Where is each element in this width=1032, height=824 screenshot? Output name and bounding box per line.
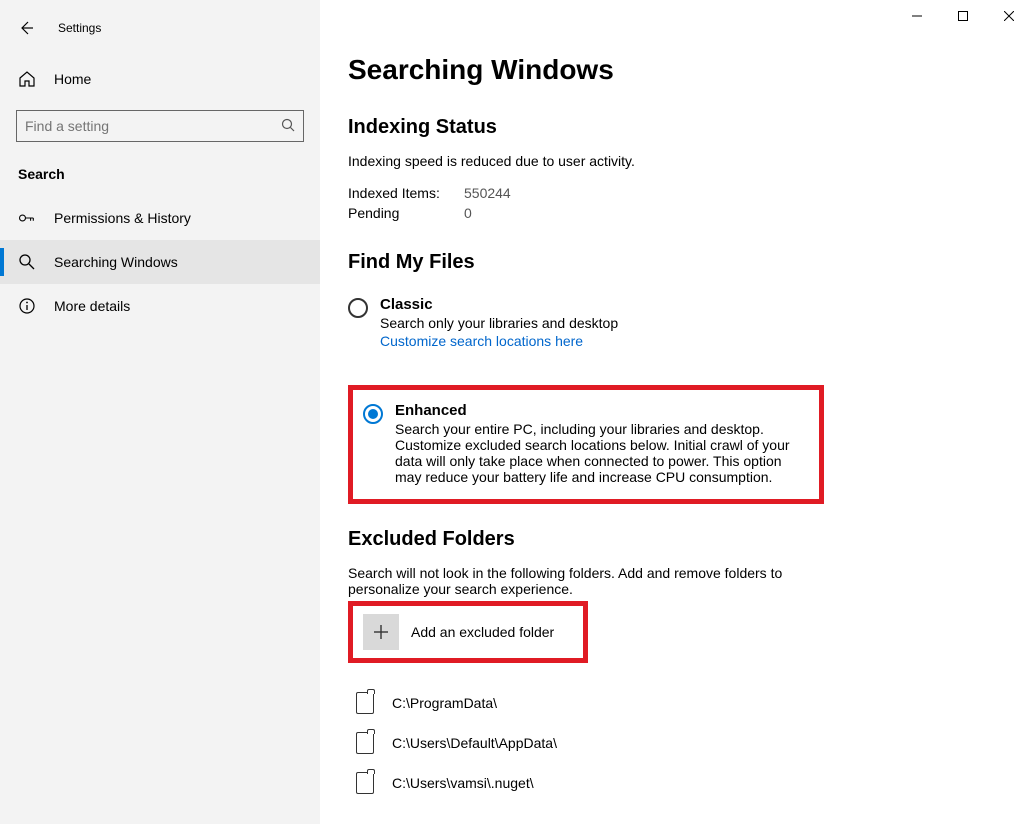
sidebar-item-home[interactable]: Home [0,60,320,98]
sidebar-item-permissions[interactable]: Permissions & History [0,196,320,240]
add-excluded-folder-button[interactable]: Add an excluded folder [363,614,573,650]
home-icon [18,70,36,88]
search-input[interactable] [25,118,281,134]
excluded-folders-body: Search will not look in the following fo… [348,565,798,597]
excluded-folder-path: C:\Users\Default\AppData\ [392,735,557,751]
page-title: Searching Windows [348,54,1032,86]
key-icon [18,209,36,227]
pending-value: 0 [464,205,472,221]
radio-enhanced-title: Enhanced [395,402,809,419]
app-title: Settings [58,21,101,35]
indexed-items-value: 550244 [464,185,511,201]
indexed-items-label: Indexed Items: [348,185,464,201]
sidebar-item-more-details[interactable]: More details [0,284,320,328]
info-icon [18,297,36,315]
radio-enhanced[interactable]: Enhanced Search your entire PC, includin… [363,402,809,485]
add-excluded-label: Add an excluded folder [411,624,554,640]
sidebar-item-searching-windows[interactable]: Searching Windows [0,240,320,284]
radio-icon [348,298,368,318]
main-content: Searching Windows Indexing Status Indexi… [320,0,1032,824]
radio-classic-desc: Search only your libraries and desktop [380,315,618,331]
radio-classic[interactable]: Classic Search only your libraries and d… [348,290,1032,355]
search-input-container[interactable] [16,110,304,142]
window-controls [894,0,1032,32]
sidebar: Settings Home Search Permissions & Histo… [0,0,320,824]
sidebar-item-label: More details [54,298,130,314]
back-button[interactable] [8,10,44,46]
sidebar-section-title: Search [18,166,320,182]
plus-icon [363,614,399,650]
customize-search-locations-link[interactable]: Customize search locations here [380,333,618,349]
search-icon [281,118,295,135]
highlight-add-excluded: Add an excluded folder [348,601,588,663]
excluded-folders-list: C:\ProgramData\ C:\Users\Default\AppData… [348,683,1032,803]
sidebar-item-label: Permissions & History [54,210,191,226]
sidebar-item-label: Searching Windows [54,254,178,270]
folder-icon [356,732,374,754]
pending-label: Pending [348,205,464,221]
find-my-files-heading: Find My Files [348,251,1032,274]
radio-enhanced-desc: Search your entire PC, including your li… [395,421,809,485]
minimize-button[interactable] [894,0,940,32]
excluded-folder-path: C:\ProgramData\ [392,695,497,711]
excluded-folder-item[interactable]: C:\Users\Default\AppData\ [348,723,1032,763]
search-icon [18,253,36,271]
highlight-enhanced: Enhanced Search your entire PC, includin… [348,385,824,504]
folder-icon [356,772,374,794]
radio-icon-selected [363,404,383,424]
excluded-folder-item[interactable]: C:\ProgramData\ [348,683,1032,723]
indexing-status-body: Indexing speed is reduced due to user ac… [348,153,908,169]
indexing-status-heading: Indexing Status [348,116,1032,139]
home-label: Home [54,71,91,87]
maximize-button[interactable] [940,0,986,32]
folder-icon [356,692,374,714]
radio-classic-title: Classic [380,296,618,313]
excluded-folder-path: C:\Users\vamsi\.nuget\ [392,775,534,791]
excluded-folder-item[interactable]: C:\Users\vamsi\.nuget\ [348,763,1032,803]
close-button[interactable] [986,0,1032,32]
excluded-folders-heading: Excluded Folders [348,528,1032,551]
